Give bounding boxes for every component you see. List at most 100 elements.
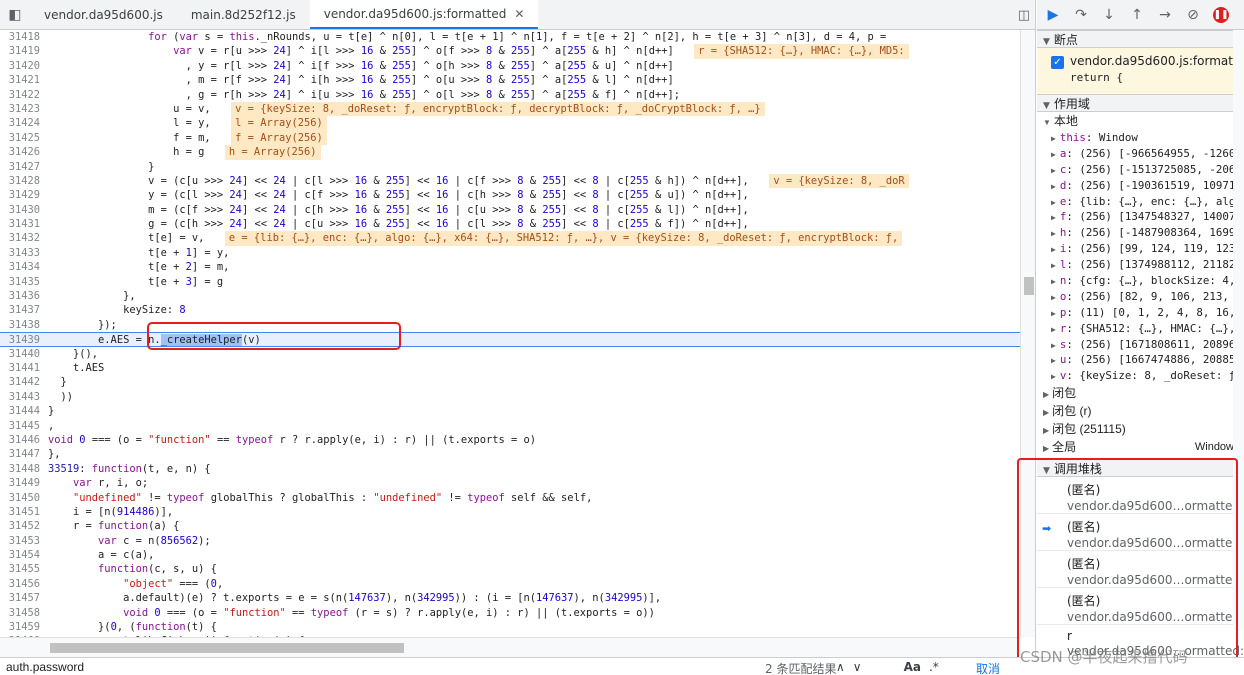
code-line[interactable]: 31424 l = y, l = Array(256) — [0, 116, 1020, 131]
code-line[interactable]: 31443 )) — [0, 390, 1020, 404]
line-number[interactable]: 31432 — [0, 231, 48, 245]
line-number[interactable]: 31436 — [0, 289, 48, 303]
scope-variable[interactable]: ▶ s: (256) [1671808611, 20896 — [1037, 337, 1244, 353]
line-number[interactable]: 31452 — [0, 519, 48, 533]
pause-on-exceptions-icon[interactable]: ❚❚ — [1213, 6, 1229, 23]
toggle-debugger-icon[interactable]: ◫ — [1018, 0, 1030, 30]
code-line[interactable]: 31451 i = [n(914486)], — [0, 505, 1020, 519]
line-number[interactable]: 31456 — [0, 577, 48, 591]
code-line[interactable]: 31430 m = (c[f >>> 24] << 24 | c[h >>> 1… — [0, 203, 1020, 217]
code-line[interactable]: 31458 void 0 === (o = "function" == type… — [0, 606, 1020, 620]
line-number[interactable]: 31455 — [0, 562, 48, 576]
close-tab-icon[interactable]: ✕ — [514, 7, 524, 21]
line-number[interactable]: 31419 — [0, 44, 48, 58]
resume-icon[interactable]: ▶ — [1045, 7, 1061, 23]
code-line[interactable]: 31434 t[e + 2] = m, — [0, 260, 1020, 274]
code-line[interactable]: 31422 , g = r[h >>> 24] ^ i[u >>> 16 & 2… — [0, 88, 1020, 102]
deactivate-breakpoints-icon[interactable]: ⊘ — [1185, 7, 1201, 23]
scope-local-group[interactable]: ▼ 本地 — [1037, 112, 1244, 130]
line-number[interactable]: 31437 — [0, 303, 48, 317]
code-line[interactable]: 31447}, — [0, 447, 1020, 461]
code-line[interactable]: 31457 a.default)(e) ? t.exports = e = s(… — [0, 591, 1020, 605]
line-number[interactable]: 31424 — [0, 116, 48, 130]
code-line[interactable]: 31441 t.AES — [0, 361, 1020, 375]
code-line[interactable]: 31452 r = function(a) { — [0, 519, 1020, 533]
line-number[interactable]: 31448 — [0, 462, 48, 476]
line-number[interactable]: 31453 — [0, 534, 48, 548]
line-number[interactable]: 31459 — [0, 620, 48, 634]
line-number[interactable]: 31450 — [0, 491, 48, 505]
line-number[interactable]: 31445 — [0, 419, 48, 433]
line-number[interactable]: 31454 — [0, 548, 48, 562]
code-line[interactable]: 31435 t[e + 3] = g — [0, 275, 1020, 289]
line-number[interactable]: 31428 — [0, 174, 48, 188]
scope-variable[interactable]: ▶ c: (256) [-1513725085, -206 — [1037, 162, 1244, 178]
scope-group[interactable]: ▶ 闭包 — [1037, 384, 1244, 402]
line-number[interactable]: 31458 — [0, 606, 48, 620]
line-number[interactable]: 31441 — [0, 361, 48, 375]
line-number[interactable]: 31443 — [0, 390, 48, 404]
line-number[interactable]: 31421 — [0, 73, 48, 87]
line-number[interactable]: 31451 — [0, 505, 48, 519]
chevron-up-icon[interactable]: ∧ — [836, 660, 845, 674]
code-line[interactable]: 31428 v = (c[u >>> 24] << 24 | c[l >>> 1… — [0, 173, 1020, 189]
breakpoint-item[interactable]: ✓ vendor.da95d600.js:format… return { — [1037, 48, 1244, 94]
toggle-navigator-icon[interactable]: ◧ — [0, 0, 30, 29]
line-number[interactable]: 31430 — [0, 203, 48, 217]
step-over-icon[interactable]: ↷ — [1073, 7, 1089, 23]
line-number[interactable]: 31433 — [0, 246, 48, 260]
step-into-icon[interactable]: ↓ — [1101, 7, 1117, 23]
step-icon[interactable]: → — [1157, 7, 1173, 23]
line-number[interactable]: 31423 — [0, 102, 48, 116]
code-line[interactable]: 31429 y = (c[l >>> 24] << 24 | c[f >>> 1… — [0, 188, 1020, 202]
line-number[interactable]: 31447 — [0, 447, 48, 461]
code-line[interactable]: 31433 t[e + 1] = y, — [0, 246, 1020, 260]
line-number[interactable]: 31457 — [0, 591, 48, 605]
checkbox-icon[interactable]: ✓ — [1051, 56, 1064, 69]
regex-button[interactable]: .* — [929, 660, 939, 674]
line-number[interactable]: 31425 — [0, 131, 48, 145]
line-number[interactable]: 31422 — [0, 88, 48, 102]
code-horizontal-scrollbar[interactable] — [0, 637, 1020, 657]
scope-variable[interactable]: ▶ u: (256) [1667474886, 20885 — [1037, 352, 1244, 368]
tab-vendor-js[interactable]: vendor.da95d600.js — [30, 0, 177, 29]
breakpoints-header[interactable]: ▼ 断点 — [1037, 30, 1244, 48]
line-number[interactable]: 31431 — [0, 217, 48, 231]
code-line[interactable]: 31419 var v = r[u >>> 24] ^ i[l >>> 16 &… — [0, 44, 1020, 59]
code-line[interactable]: 31459 }(0, (function(t) { — [0, 620, 1020, 634]
scope-variable[interactable]: ▶ p: (11) [0, 1, 2, 4, 8, 16, — [1037, 305, 1244, 321]
line-number[interactable]: 31446 — [0, 433, 48, 447]
code-line[interactable]: 31445, — [0, 419, 1020, 433]
scroll-thumb[interactable] — [50, 643, 404, 653]
line-number[interactable]: 31444 — [0, 404, 48, 418]
tab-vendor-formatted[interactable]: vendor.da95d600.js:formatted ✕ — [309, 0, 539, 29]
code-line[interactable]: 31423 u = v, v = {keySize: 8, _doReset: … — [0, 101, 1020, 117]
scope-variable[interactable]: ▶ r: {SHA512: {…}, HMAC: {…}, — [1037, 321, 1244, 337]
scroll-thumb[interactable] — [1024, 277, 1034, 295]
scope-variable[interactable]: ▶ e: {lib: {…}, enc: {…}, alg — [1037, 194, 1244, 210]
code-line[interactable]: 31448 33519: function(t, e, n) { — [0, 462, 1020, 476]
tab-main-js[interactable]: main.8d252f12.js — [177, 0, 310, 29]
line-number[interactable]: 31418 — [0, 30, 48, 44]
search-input[interactable] — [6, 659, 706, 675]
scope-variable[interactable]: ▶ d: (256) [-190361519, 10971 — [1037, 178, 1244, 194]
scope-variable[interactable]: ▶ v: {keySize: 8, _doReset: ƒ — [1037, 368, 1244, 384]
scope-variable[interactable]: ▶ f: (256) [1347548327, 14007 — [1037, 209, 1244, 225]
code-line[interactable]: 31427 } — [0, 160, 1020, 174]
scope-variable[interactable]: ▶ l: (256) [1374988112, 21182 — [1037, 257, 1244, 273]
scope-variable[interactable]: ▶ n: {cfg: {…}, blockSize: 4, — [1037, 273, 1244, 289]
code-line[interactable]: 31431 g = (c[h >>> 24] << 24 | c[u >>> 1… — [0, 217, 1020, 231]
scope-header[interactable]: ▼ 作用域 — [1037, 94, 1244, 112]
code-line[interactable]: 31421 , m = r[f >>> 24] ^ i[h >>> 16 & 2… — [0, 73, 1020, 87]
code-line[interactable]: 31453 var c = n(856562); — [0, 534, 1020, 548]
scope-variable[interactable]: ▶ o: (256) [82, 9, 106, 213, — [1037, 289, 1244, 305]
code-line[interactable]: 31420 , y = r[l >>> 24] ^ i[f >>> 16 & 2… — [0, 59, 1020, 73]
code-line[interactable]: 31449 var r, i, o; — [0, 476, 1020, 490]
line-number[interactable]: 31429 — [0, 188, 48, 202]
code-line[interactable]: 31456 "object" === (0, — [0, 577, 1020, 591]
cancel-search-button[interactable]: 取消 — [976, 660, 1000, 675]
code-line[interactable]: 31425 f = m, f = Array(256) — [0, 130, 1020, 146]
code-line[interactable]: 31444} — [0, 404, 1020, 418]
line-number[interactable]: 31435 — [0, 275, 48, 289]
scope-group[interactable]: ▶ 全局 Window — [1037, 438, 1244, 456]
